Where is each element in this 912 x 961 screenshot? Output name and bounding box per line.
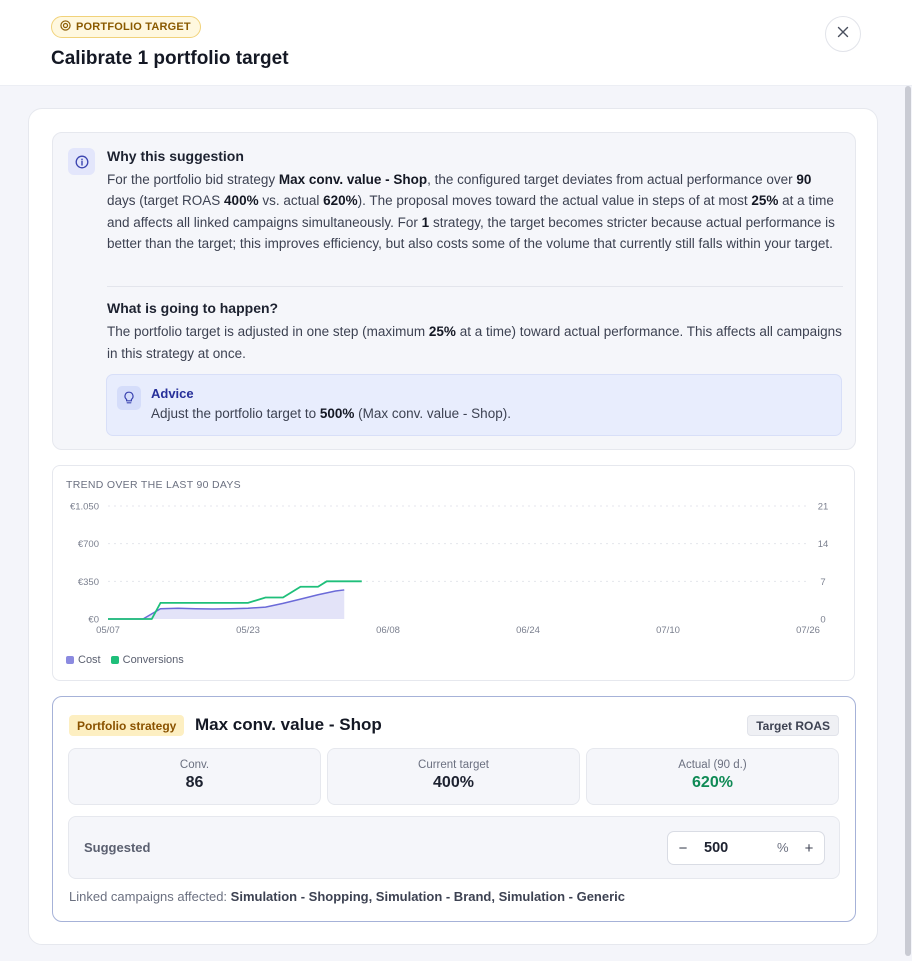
dialog-title: Calibrate 1 portfolio target xyxy=(51,48,289,69)
info-icon xyxy=(68,148,95,175)
chart-legend: Cost Conversions xyxy=(66,654,184,666)
metric-value: 620% xyxy=(692,774,733,791)
strategy-title: Max conv. value - Shop xyxy=(195,715,382,734)
advice-title: Advice xyxy=(151,386,194,401)
divider xyxy=(107,286,843,287)
x-tick-label: 07/26 xyxy=(796,625,820,636)
target-type-badge: Target ROAS xyxy=(747,715,839,736)
y-right-tick-label: 21 xyxy=(818,502,829,513)
metric-actual: Actual (90 d.) 620% xyxy=(586,748,839,805)
cost-area xyxy=(108,589,345,619)
stepper-value-input[interactable]: 500 xyxy=(704,832,728,864)
decrement-button[interactable]: − xyxy=(668,832,698,864)
metric-value: 86 xyxy=(185,774,204,791)
x-tick-label: 07/10 xyxy=(656,625,680,636)
x-tick-label: 06/08 xyxy=(376,625,400,636)
portfolio-strategy-badge: Portfolio strategy xyxy=(69,715,185,736)
legend-conversions-label: Conversions xyxy=(122,654,184,666)
why-title: Why this suggestion xyxy=(107,148,244,164)
why-suggestion-panel: Why this suggestion For the portfolio bi… xyxy=(52,132,856,450)
lightbulb-icon xyxy=(117,386,141,410)
suggested-row: Suggested − 500 % + xyxy=(68,816,840,879)
metric-label: Current target xyxy=(418,759,489,771)
y-left-tick-label: €1.050 xyxy=(70,502,99,513)
why-text: For the portfolio bid strategy Max conv.… xyxy=(107,172,835,251)
linked-campaigns: Linked campaigns affected: Simulation - … xyxy=(69,889,626,904)
increment-button[interactable]: + xyxy=(794,832,824,864)
x-tick-label: 05/23 xyxy=(236,625,260,636)
metric-label: Conv. xyxy=(179,759,210,771)
portfolio-target-badge: PORTFOLIO TARGET xyxy=(51,16,201,38)
content-card: Why this suggestion For the portfolio bi… xyxy=(28,108,878,945)
legend-conversions[interactable]: Conversions xyxy=(110,654,184,666)
legend-cost[interactable]: Cost xyxy=(66,654,101,666)
target-icon xyxy=(60,20,71,34)
legend-cost-label: Cost xyxy=(78,654,101,666)
badge-label: PORTFOLIO TARGET xyxy=(76,21,191,33)
y-left-tick-label: €350 xyxy=(78,577,99,588)
target-stepper[interactable]: − 500 % + xyxy=(667,831,825,865)
trend-chart: TREND OVER THE LAST 90 DAYS €0 €350 €700 €1… xyxy=(52,465,855,681)
metric-label: Actual (90 d.) xyxy=(678,759,747,771)
what-happens-text: The portfolio target is adjusted in one … xyxy=(107,324,842,361)
what-happens-title: What is going to happen? xyxy=(107,300,279,316)
y-right-tick-label: 0 xyxy=(820,615,825,626)
suggested-label: Suggested xyxy=(84,840,151,855)
y-right-tick-label: 14 xyxy=(818,539,829,550)
conversions-swatch xyxy=(110,656,119,664)
stepper-unit: % xyxy=(777,840,789,855)
x-tick-label: 05/07 xyxy=(96,625,120,636)
chart-plot: €0 €350 €700 €1.050 0 7 14 21 05/07 05/23 06/08 06/… xyxy=(70,502,829,637)
y-right-tick-label: 7 xyxy=(820,577,825,588)
cost-swatch xyxy=(66,656,74,664)
y-left-tick-label: €0 xyxy=(88,615,99,626)
metric-conversions: Conv. 86 xyxy=(68,748,321,805)
metric-current-target: Current target 400% xyxy=(327,748,580,805)
close-icon xyxy=(837,25,849,43)
advice-text: Adjust the portfolio target to 500% (Max… xyxy=(151,406,511,421)
close-button[interactable] xyxy=(825,16,861,52)
scrollbar[interactable] xyxy=(905,86,911,956)
strategy-card: Portfolio strategy Max conv. value - Sho… xyxy=(52,696,856,922)
x-tick-label: 06/24 xyxy=(516,625,540,636)
y-left-tick-label: €700 xyxy=(78,539,99,550)
advice-box: Advice Adjust the portfolio target to 50… xyxy=(106,374,842,436)
metric-value: 400% xyxy=(433,774,474,791)
dialog-header: PORTFOLIO TARGET Calibrate 1 portfolio t… xyxy=(0,0,912,86)
